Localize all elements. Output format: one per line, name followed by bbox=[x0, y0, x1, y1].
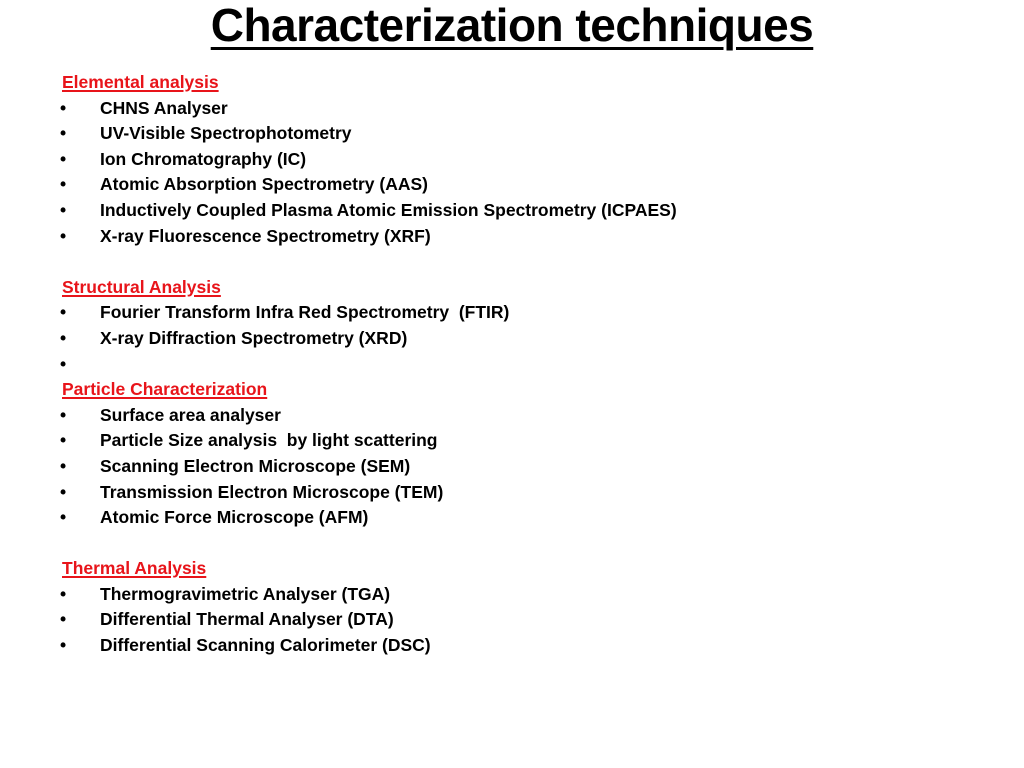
section-heading-structural-analysis: Structural Analysis bbox=[62, 276, 221, 297]
list-item-text: Atomic Force Microscope (AFM) bbox=[100, 507, 369, 528]
list-item: • Transmission Electron Microscope (TEM) bbox=[60, 480, 962, 506]
list-item: • Particle Size analysis by light scatter… bbox=[60, 428, 962, 454]
bullet-icon: • bbox=[60, 404, 67, 425]
section-heading-elemental-analysis: Elemental analysis bbox=[62, 72, 219, 92]
list-item-text: CHNS Analyser bbox=[100, 97, 228, 118]
list-item-text: X-ray Diffraction Spectrometry (XRD) bbox=[100, 327, 408, 348]
bullet-icon: • bbox=[60, 174, 67, 195]
list-item: • Surface area analyser bbox=[60, 403, 962, 429]
bullet-icon: • bbox=[60, 583, 67, 604]
bullet-icon: • bbox=[60, 609, 67, 630]
section-heading-particle-characterization: Particle Characterization bbox=[62, 379, 268, 400]
bullet-icon: • bbox=[60, 507, 67, 528]
bullet-icon: • bbox=[60, 481, 67, 502]
list-item-text: Ion Chromatography (IC) bbox=[100, 148, 307, 169]
bullet-icon: • bbox=[60, 635, 67, 656]
bullet-icon: • bbox=[60, 430, 67, 451]
list-item: • Inductively Coupled Plasma Atomic Emiss… bbox=[60, 198, 962, 224]
list-item: • Ion Chromatography (IC) bbox=[60, 147, 962, 173]
section-heading-thermal-analysis: Thermal Analysis bbox=[62, 558, 207, 579]
bullet-icon: • bbox=[60, 302, 67, 323]
bullet-icon: • bbox=[60, 225, 67, 246]
bullet-icon: • bbox=[60, 148, 67, 169]
list-item-text: Transmission Electron Microscope (TEM) bbox=[100, 481, 444, 502]
list-item: • Differential Scanning Calorimeter (DSC) bbox=[60, 633, 962, 659]
list-item: • UV-Visible Spectrophotometry bbox=[60, 121, 962, 147]
list-item: • Thermogravimetric Analyser (TGA) bbox=[60, 582, 962, 608]
list-item: • Atomic Absorption Spectrometry (AAS) bbox=[60, 172, 962, 198]
list-item-text: X-ray Fluorescence Spectrometry (XRF) bbox=[100, 225, 431, 246]
list-item-empty: • bbox=[60, 352, 962, 378]
list-item-text: Scanning Electron Microscope (SEM) bbox=[100, 455, 411, 476]
bullet-icon: • bbox=[60, 353, 67, 374]
list-item-text: Atomic Absorption Spectrometry (AAS) bbox=[100, 174, 428, 195]
list-item-text: Particle Size analysis by light scatteri… bbox=[100, 430, 438, 451]
list-item: • Fourier Transform Infra Red Spectrometr… bbox=[60, 300, 962, 326]
technique-list: Elemental analysis • CHNS Analyser • UV-Vi… bbox=[60, 70, 962, 659]
bullet-icon: • bbox=[60, 123, 67, 144]
list-item: • Differential Thermal Analyser (DTA) bbox=[60, 607, 962, 633]
list-item-text: Differential Thermal Analyser (DTA) bbox=[100, 609, 394, 630]
bullet-icon: • bbox=[60, 97, 67, 118]
list-item-text: Surface area analyser bbox=[100, 404, 281, 425]
list-item-text: Fourier Transform Infra Red Spectrometry… bbox=[100, 302, 510, 323]
list-item-text: Thermogravimetric Analyser (TGA) bbox=[100, 583, 391, 604]
list-item: • CHNS Analyser bbox=[60, 96, 962, 122]
list-item-text: Differential Scanning Calorimeter (DSC) bbox=[100, 635, 431, 656]
page-title: Characterization techniques bbox=[210, 0, 814, 51]
list-item: • X-ray Fluorescence Spectrometry (XRF) bbox=[60, 224, 962, 250]
list-item: • X-ray Diffraction Spectrometry (XRD) bbox=[60, 326, 962, 352]
list-item-text: Inductively Coupled Plasma Atomic Emissi… bbox=[100, 199, 677, 220]
list-item: • Scanning Electron Microscope (SEM) bbox=[60, 454, 962, 480]
bullet-icon: • bbox=[60, 455, 67, 476]
bullet-icon: • bbox=[60, 327, 67, 348]
bullet-icon: • bbox=[60, 199, 67, 220]
list-item-text: UV-Visible Spectrophotometry bbox=[100, 123, 352, 144]
list-item: • Atomic Force Microscope (AFM) bbox=[60, 505, 962, 531]
